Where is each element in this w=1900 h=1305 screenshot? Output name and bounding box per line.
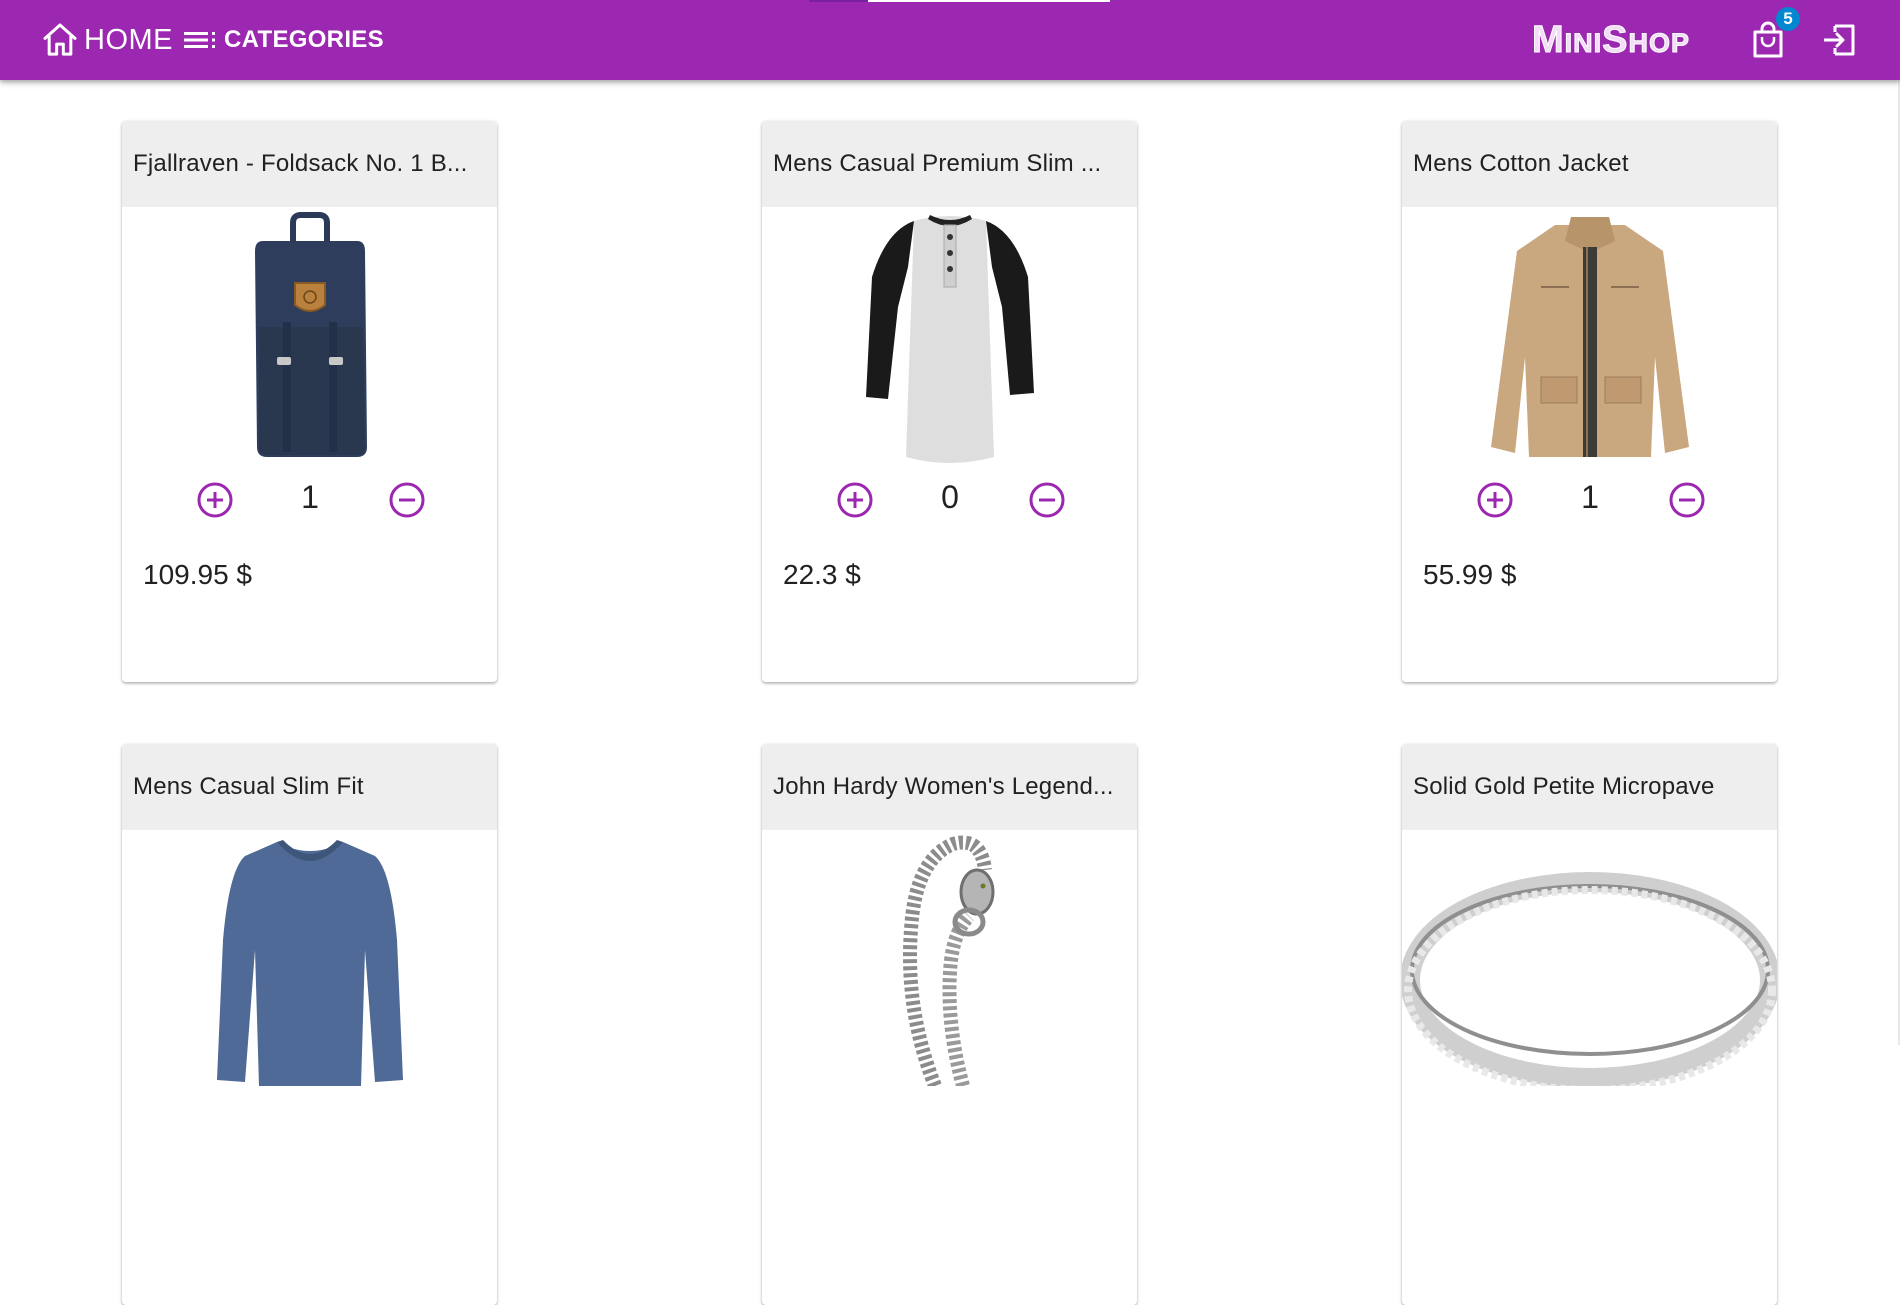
cart-count-badge: 5 — [1776, 7, 1800, 31]
product-price: 55.99 $ — [1423, 559, 1517, 590]
product-image — [1490, 217, 1689, 457]
add-circle-icon[interactable] — [1476, 481, 1514, 519]
home-label: HOME — [84, 23, 173, 56]
tab-indicator-track — [809, 0, 868, 2]
remove-circle-icon[interactable] — [388, 481, 426, 519]
product-image — [1402, 872, 1777, 1086]
home-icon — [43, 23, 77, 56]
product-image — [902, 835, 994, 1086]
product-image — [865, 215, 1034, 463]
categories-button[interactable]: CATEGORIES — [182, 18, 384, 62]
product-card[interactable]: Fjallraven - Foldsack No. 1 B... 1 109.9… — [122, 121, 497, 682]
product-title: Mens Casual Premium Slim ... — [762, 121, 1137, 207]
product-image — [254, 212, 367, 457]
product-card[interactable]: Mens Casual Premium Slim ... 0 22.3 $ — [762, 121, 1137, 682]
brand-logo[interactable]: MiniShop — [1531, 16, 1690, 64]
product-image — [216, 840, 403, 1086]
list-icon — [184, 32, 215, 48]
app-bar: HOME CATEGORIES MiniShop 5 — [0, 0, 1900, 80]
product-price: 109.95 $ — [143, 559, 252, 590]
home-button[interactable]: HOME — [40, 18, 173, 62]
logout-button[interactable] — [1818, 18, 1860, 62]
add-circle-icon[interactable] — [836, 481, 874, 519]
remove-circle-icon[interactable] — [1668, 481, 1706, 519]
product-title: Mens Casual Slim Fit — [122, 744, 497, 830]
product-card[interactable]: Mens Casual Slim Fit — [122, 744, 497, 1305]
product-title: Solid Gold Petite Micropave — [1402, 744, 1777, 830]
tab-indicator — [868, 0, 1110, 2]
logout-icon — [1824, 24, 1855, 56]
categories-label: CATEGORIES — [224, 26, 384, 53]
product-card[interactable]: Solid Gold Petite Micropave — [1402, 744, 1777, 1305]
quantity-value: 1 — [1581, 479, 1599, 515]
product-card[interactable]: Mens Cotton Jacket 1 55.99 $ — [1402, 121, 1777, 682]
product-title: Mens Cotton Jacket — [1402, 121, 1777, 207]
product-title: John Hardy Women's Legend... — [762, 744, 1137, 830]
product-price: 22.3 $ — [783, 559, 861, 590]
quantity-value: 0 — [941, 479, 959, 515]
add-circle-icon[interactable] — [196, 481, 234, 519]
product-card[interactable]: John Hardy Women's Legend... — [762, 744, 1137, 1305]
quantity-value: 1 — [301, 479, 319, 515]
product-title: Fjallraven - Foldsack No. 1 B... — [122, 121, 497, 207]
remove-circle-icon[interactable] — [1028, 481, 1066, 519]
